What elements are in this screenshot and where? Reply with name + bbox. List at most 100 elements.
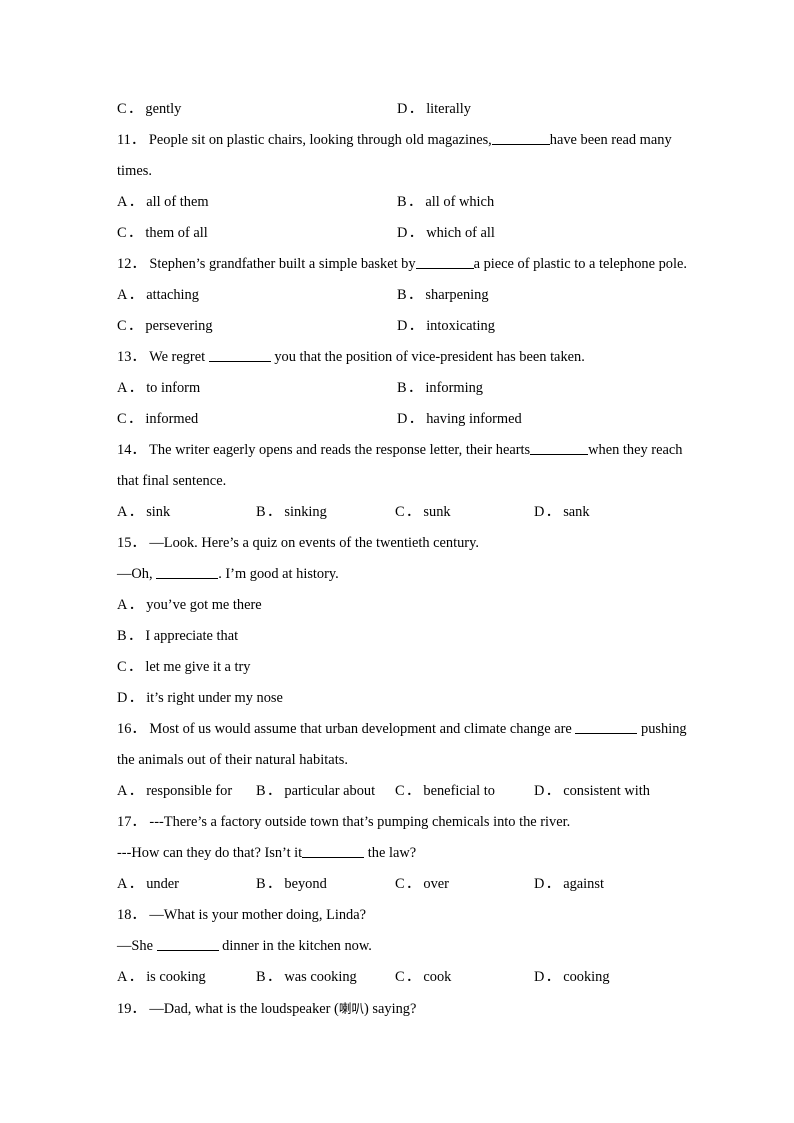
- option-letter: B: [397, 287, 407, 303]
- option-letter: D: [397, 411, 408, 427]
- stem-text-after-blank: when they reach: [588, 442, 683, 458]
- question-number: 18．: [117, 907, 146, 923]
- option-text: sink: [146, 504, 171, 520]
- option-a: A． all of them: [117, 194, 209, 210]
- option-text: having informed: [426, 411, 522, 427]
- option-text: all of which: [425, 194, 495, 210]
- option-c: C． over: [395, 876, 449, 892]
- dialogue-line-1: ---There’s a factory outside town that’s…: [149, 814, 571, 830]
- option-d: D． consistent with: [534, 783, 650, 799]
- option-b: B． sharpening: [397, 287, 489, 303]
- option-text: persevering: [145, 318, 213, 334]
- option-letter: D: [397, 101, 408, 117]
- stem-text-before-blank: People sit on plastic chairs, looking th…: [148, 132, 492, 148]
- option-text: gently: [145, 101, 182, 117]
- option-row: C． them of all D． which of all: [117, 218, 679, 249]
- option-letter: B: [256, 504, 266, 520]
- dialogue-text-before-blank: ---How can they do that? Isn’t it: [117, 845, 303, 861]
- option-a: A． is cooking: [117, 969, 206, 985]
- option-b: B． all of which: [397, 194, 495, 210]
- stem-text-after-blank: pushing: [637, 721, 687, 737]
- option-letter: A: [117, 969, 128, 985]
- option-letter: C: [395, 504, 405, 520]
- option-row: A． sink B． sinking C． sunk D． sank: [117, 497, 679, 528]
- option-row: C． informed D． having informed: [117, 404, 679, 435]
- option-text: intoxicating: [426, 318, 495, 334]
- option-letter: C: [395, 783, 405, 799]
- option-text: cooking: [563, 969, 610, 985]
- document-page: C． gently D． literally 11． People sit on p…: [0, 0, 794, 1123]
- question-stem: 18． —What is your mother doing, Linda?: [117, 900, 679, 931]
- option-text: consistent with: [563, 783, 650, 799]
- stem-text-before-blank: The writer eagerly opens and reads the r…: [149, 442, 531, 458]
- stem-text-before-blank: We regret: [149, 349, 209, 365]
- option-text: which of all: [426, 225, 495, 241]
- question-stem: 14． The writer eagerly opens and reads t…: [117, 435, 683, 466]
- option-text: let me give it a try: [145, 659, 251, 675]
- question-stem-continuation: times.: [117, 163, 153, 179]
- option-row: A． attaching B． sharpening: [117, 280, 679, 311]
- option-text: cook: [423, 969, 452, 985]
- option-letter: B: [117, 628, 127, 644]
- question-stem-continuation: that final sentence.: [117, 473, 227, 489]
- option-letter: C: [395, 969, 405, 985]
- stem-text-after-blank: a piece of plastic to a telephone pole.: [473, 256, 687, 272]
- option-text: against: [563, 876, 604, 892]
- dialogue-text-after-blank: . I’m good at history.: [218, 566, 339, 582]
- question-number: 11．: [117, 132, 146, 148]
- carryover-option-row: C． gently D． literally: [117, 94, 679, 125]
- option-a: A． sink: [117, 504, 171, 520]
- document-content: C． gently D． literally 11． People sit on p…: [117, 94, 687, 1024]
- dialogue-text-before-blank: —Oh,: [117, 566, 157, 582]
- answer-blank: [208, 347, 271, 362]
- question-stem: 15． —Look. Here’s a quiz on events of th…: [117, 528, 679, 559]
- option-row: A． is cooking B． was cooking C． cook D． cook…: [117, 962, 679, 993]
- option-a: A． attaching: [117, 287, 199, 303]
- option-c: C． beneficial to: [395, 783, 495, 799]
- dialogue-line-2: ---How can they do that? Isn’t it the la…: [117, 838, 679, 869]
- option-letter: B: [397, 194, 407, 210]
- option-b: B． was cooking: [256, 969, 357, 985]
- stem-text-before-blank: Stephen’s grandfather built a simple bas…: [149, 256, 416, 272]
- option-text: sharpening: [425, 287, 489, 303]
- dialogue-line-2: —She dinner in the kitchen now.: [117, 931, 679, 962]
- option-a: A． to inform: [117, 380, 201, 396]
- chinese-gloss: 喇叭: [338, 1001, 365, 1016]
- dialogue-text-after-blank: dinner in the kitchen now.: [218, 938, 372, 954]
- option-a: A． under: [117, 876, 179, 892]
- dialogue-line-2: —Oh, . I’m good at history.: [117, 559, 679, 590]
- option-text: over: [423, 876, 449, 892]
- option-letter: A: [117, 876, 128, 892]
- option-row: A． to inform B． informing: [117, 373, 679, 404]
- option-d: D． against: [534, 876, 604, 892]
- option-letter: D: [534, 969, 545, 985]
- option-row: A． all of them B． all of which: [117, 187, 679, 218]
- option-letter: B: [256, 876, 266, 892]
- question-stem: 12． Stephen’s grandfather built a simple…: [117, 249, 687, 280]
- option-text: all of them: [146, 194, 209, 210]
- option-text: sank: [563, 504, 590, 520]
- option-d: D． sank: [534, 504, 590, 520]
- option-text: beyond: [284, 876, 327, 892]
- stem-text-after-blank: you that the position of vice-president …: [270, 349, 585, 365]
- option-c: C． persevering: [117, 318, 213, 334]
- option-d: D． literally: [397, 101, 471, 117]
- answer-blank: [156, 936, 219, 951]
- question-stem: 16． Most of us would assume that urban d…: [117, 714, 687, 745]
- option-text: responsible for: [146, 783, 233, 799]
- option-text: you’ve got me there: [146, 597, 262, 613]
- option-c: C． sunk: [395, 504, 451, 520]
- answer-blank: [415, 254, 474, 269]
- question-number: 16．: [117, 721, 146, 737]
- option-letter: B: [397, 380, 407, 396]
- option-letter: C: [117, 411, 127, 427]
- question-stem-continuation: the animals out of their natural habitat…: [117, 752, 349, 768]
- option-text: was cooking: [284, 969, 357, 985]
- option-text: them of all: [145, 225, 208, 241]
- option-letter: D: [397, 225, 408, 241]
- option-letter: D: [534, 783, 545, 799]
- option-letter: D: [534, 876, 545, 892]
- stem-text-before-blank: Most of us would assume that urban devel…: [149, 721, 576, 737]
- option-letter: B: [256, 783, 266, 799]
- option-text: attaching: [146, 287, 199, 303]
